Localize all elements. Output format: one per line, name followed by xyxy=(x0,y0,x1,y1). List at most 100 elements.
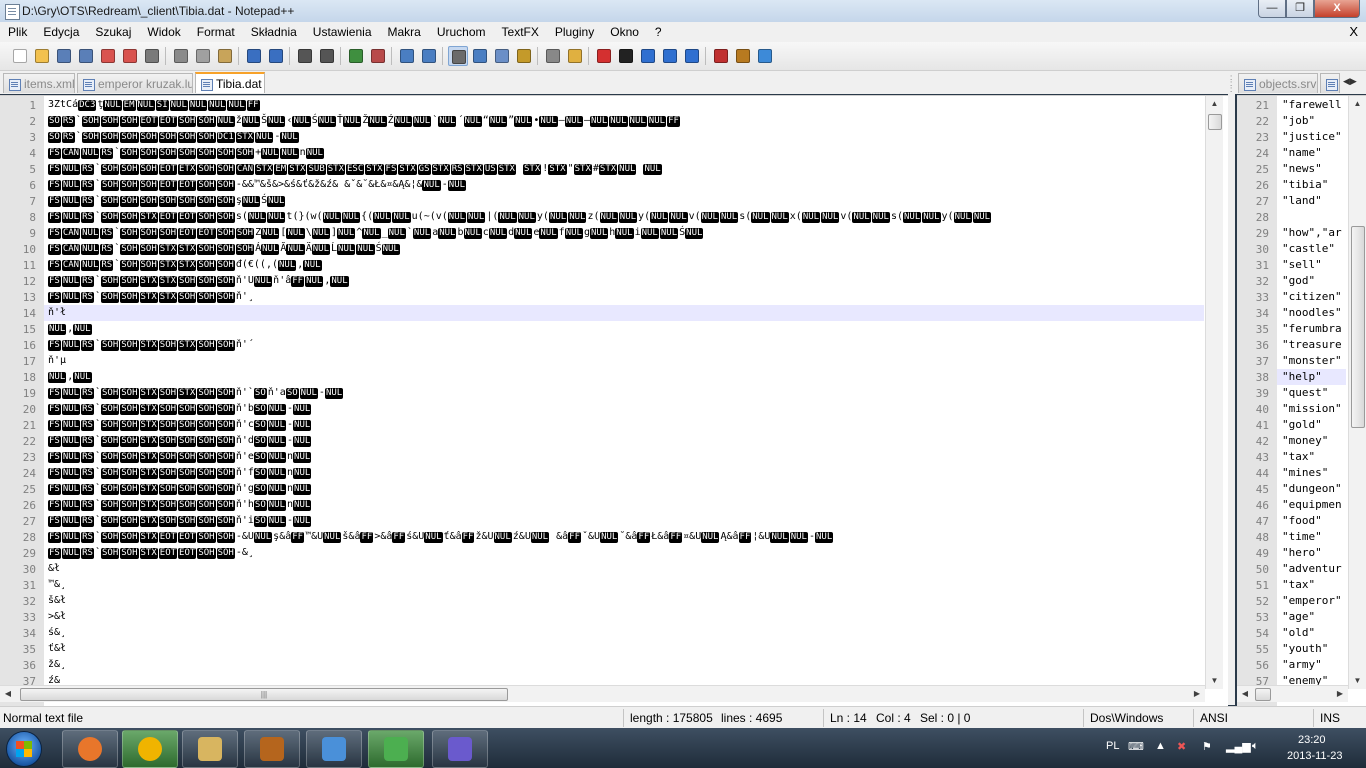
clock-date[interactable]: 2013-11-23 xyxy=(1287,750,1342,762)
show-hidden-icons-icon[interactable]: ▲ xyxy=(1155,740,1166,752)
open-file-button[interactable] xyxy=(32,46,50,64)
close-all-button[interactable] xyxy=(120,46,138,64)
control-char-soh: SOH xyxy=(100,292,120,303)
scroll-down-arrow[interactable]: ▼ xyxy=(1206,673,1223,689)
spellcheck-button[interactable] xyxy=(711,46,729,64)
volume-icon[interactable]: 🔈︎ xyxy=(1252,740,1259,753)
network-error-icon[interactable]: ✖ xyxy=(1177,740,1186,753)
save-button[interactable] xyxy=(54,46,72,64)
find-button[interactable] xyxy=(295,46,313,64)
tab-scroll-arrows[interactable]: ◀▶ xyxy=(1343,76,1357,87)
taskbar-button-paint[interactable] xyxy=(306,730,362,768)
scroll-thumb[interactable] xyxy=(1208,114,1222,130)
start-button[interactable] xyxy=(6,731,42,767)
left-horizontal-scrollbar[interactable]: ◀ ||| ▶ xyxy=(0,685,1205,702)
doc-map-button[interactable] xyxy=(514,46,532,64)
control-char-nul: NUL xyxy=(643,164,662,175)
paste-button[interactable] xyxy=(215,46,233,64)
menu-item-textfx[interactable]: TextFX xyxy=(494,22,547,42)
print-button[interactable] xyxy=(142,46,160,64)
run-macro-button[interactable] xyxy=(660,46,678,64)
tab-objects-srv[interactable]: objects.srv xyxy=(1238,73,1318,93)
close-document-button[interactable]: X xyxy=(1349,24,1358,39)
language-indicator[interactable]: PL xyxy=(1106,740,1119,752)
zoom-out-button[interactable] xyxy=(368,46,386,64)
menu-item-edycja[interactable]: Edycja xyxy=(35,22,87,42)
taskbar-button-connect[interactable] xyxy=(432,730,488,768)
minimize-button[interactable]: — xyxy=(1258,0,1286,18)
replace-button[interactable] xyxy=(317,46,335,64)
line-number: 52 xyxy=(1255,595,1269,608)
menu-item-uruchom[interactable]: Uruchom xyxy=(429,22,494,42)
zoom-in-button[interactable] xyxy=(346,46,364,64)
scroll-right-arrow[interactable]: ▶ xyxy=(1189,686,1205,702)
redo-button[interactable] xyxy=(266,46,284,64)
menu-item-[interactable]: ? xyxy=(647,22,670,42)
word-wrap-button[interactable] xyxy=(448,46,468,66)
new-file-button[interactable] xyxy=(10,46,28,64)
close-button[interactable]: X xyxy=(1314,0,1360,18)
maximize-button[interactable]: ❐ xyxy=(1286,0,1314,18)
scroll-left-arrow[interactable]: ◀ xyxy=(1237,686,1253,702)
close-button[interactable] xyxy=(98,46,116,64)
line-number: 28 xyxy=(1255,211,1269,224)
menu-item-pluginy[interactable]: Pluginy xyxy=(547,22,602,42)
tab-tibia-dat[interactable]: Tibia.dat xyxy=(195,72,265,93)
notepad-plus-plus-app-icon[interactable] xyxy=(5,4,20,20)
right-vertical-scrollbar[interactable]: ▲ ▼ xyxy=(1348,96,1366,689)
right-editor[interactable]: 21 "farewell 22 "job" 23 "justice" 24 "name" 25 "… xyxy=(1237,95,1366,706)
folder-button[interactable] xyxy=(565,46,583,64)
right-horizontal-scrollbar[interactable]: ◀ ▶ xyxy=(1237,685,1348,702)
tab-next-overflow[interactable] xyxy=(1320,73,1340,93)
control-char-rs: RS xyxy=(81,404,94,415)
taskbar-button-tunngle[interactable] xyxy=(122,730,178,768)
scroll-down-arrow[interactable]: ▼ xyxy=(1349,673,1366,689)
control-char-nul: NUL xyxy=(447,212,467,223)
scroll-up-arrow[interactable]: ▲ xyxy=(1349,96,1366,112)
signal-strength-icon[interactable]: ▂▄▆ xyxy=(1226,740,1251,753)
stop-macro-button[interactable] xyxy=(616,46,634,64)
horizontal-scroll-thumb[interactable]: ||| xyxy=(20,688,508,701)
copy-button[interactable] xyxy=(193,46,211,64)
undo-button[interactable] xyxy=(244,46,262,64)
horizontal-scroll-thumb[interactable] xyxy=(1255,688,1271,701)
spell-options-button[interactable] xyxy=(733,46,751,64)
save-macro-button[interactable] xyxy=(682,46,700,64)
tab-emperor-kruzak-lua[interactable]: emperor kruzak.lua xyxy=(77,73,193,93)
scroll-right-arrow[interactable]: ▶ xyxy=(1332,686,1348,702)
sync-v-button[interactable] xyxy=(397,46,415,64)
spell-toggle-button[interactable] xyxy=(755,46,773,64)
view-splitter[interactable]: ::: xyxy=(1228,71,1235,705)
tab-items-xml[interactable]: items.xml xyxy=(3,73,75,93)
scroll-left-arrow[interactable]: ◀ xyxy=(0,686,16,702)
indent-guide-button[interactable] xyxy=(492,46,510,64)
menu-item-plik[interactable]: Plik xyxy=(0,22,35,42)
left-vertical-scrollbar[interactable]: ▲ ▼ xyxy=(1205,96,1223,689)
taskbar-button-firefox[interactable] xyxy=(62,730,118,768)
line-number: 26 xyxy=(22,499,36,512)
menu-item-szukaj[interactable]: Szukaj xyxy=(87,22,139,42)
keyboard-icon[interactable]: ⌨ xyxy=(1128,740,1144,753)
sync-h-button[interactable] xyxy=(419,46,437,64)
clock-time[interactable]: 23:20 xyxy=(1298,734,1326,746)
cut-button[interactable] xyxy=(171,46,189,64)
menu-item-okno[interactable]: Okno xyxy=(602,22,647,42)
function-list-button[interactable] xyxy=(543,46,561,64)
taskbar-button-explorer-folder[interactable] xyxy=(182,730,238,768)
menu-item-makra[interactable]: Makra xyxy=(380,22,429,42)
save-all-button[interactable] xyxy=(76,46,94,64)
taskbar-button-notepad-plus-plus[interactable] xyxy=(368,730,424,768)
record-macro-button[interactable] xyxy=(594,46,612,64)
menu-item-skadnia[interactable]: Składnia xyxy=(243,22,305,42)
all-chars-button[interactable] xyxy=(470,46,488,64)
left-editor[interactable]: 1 3ZtCáDC3 ţNUL EM NUL SI NUL NUL NUL NUL FF 2 SO RS `… xyxy=(0,95,1228,706)
menu-item-widok[interactable]: Widok xyxy=(139,22,188,42)
scroll-up-arrow[interactable]: ▲ xyxy=(1206,96,1223,112)
action-center-icon[interactable]: ⚑ xyxy=(1202,740,1212,753)
control-char-soh: SOH xyxy=(197,340,216,351)
menu-item-ustawienia[interactable]: Ustawienia xyxy=(305,22,380,42)
menu-item-format[interactable]: Format xyxy=(189,22,243,42)
scroll-thumb[interactable] xyxy=(1351,226,1365,428)
play-macro-button[interactable] xyxy=(638,46,656,64)
taskbar-button-squirrel[interactable] xyxy=(244,730,300,768)
